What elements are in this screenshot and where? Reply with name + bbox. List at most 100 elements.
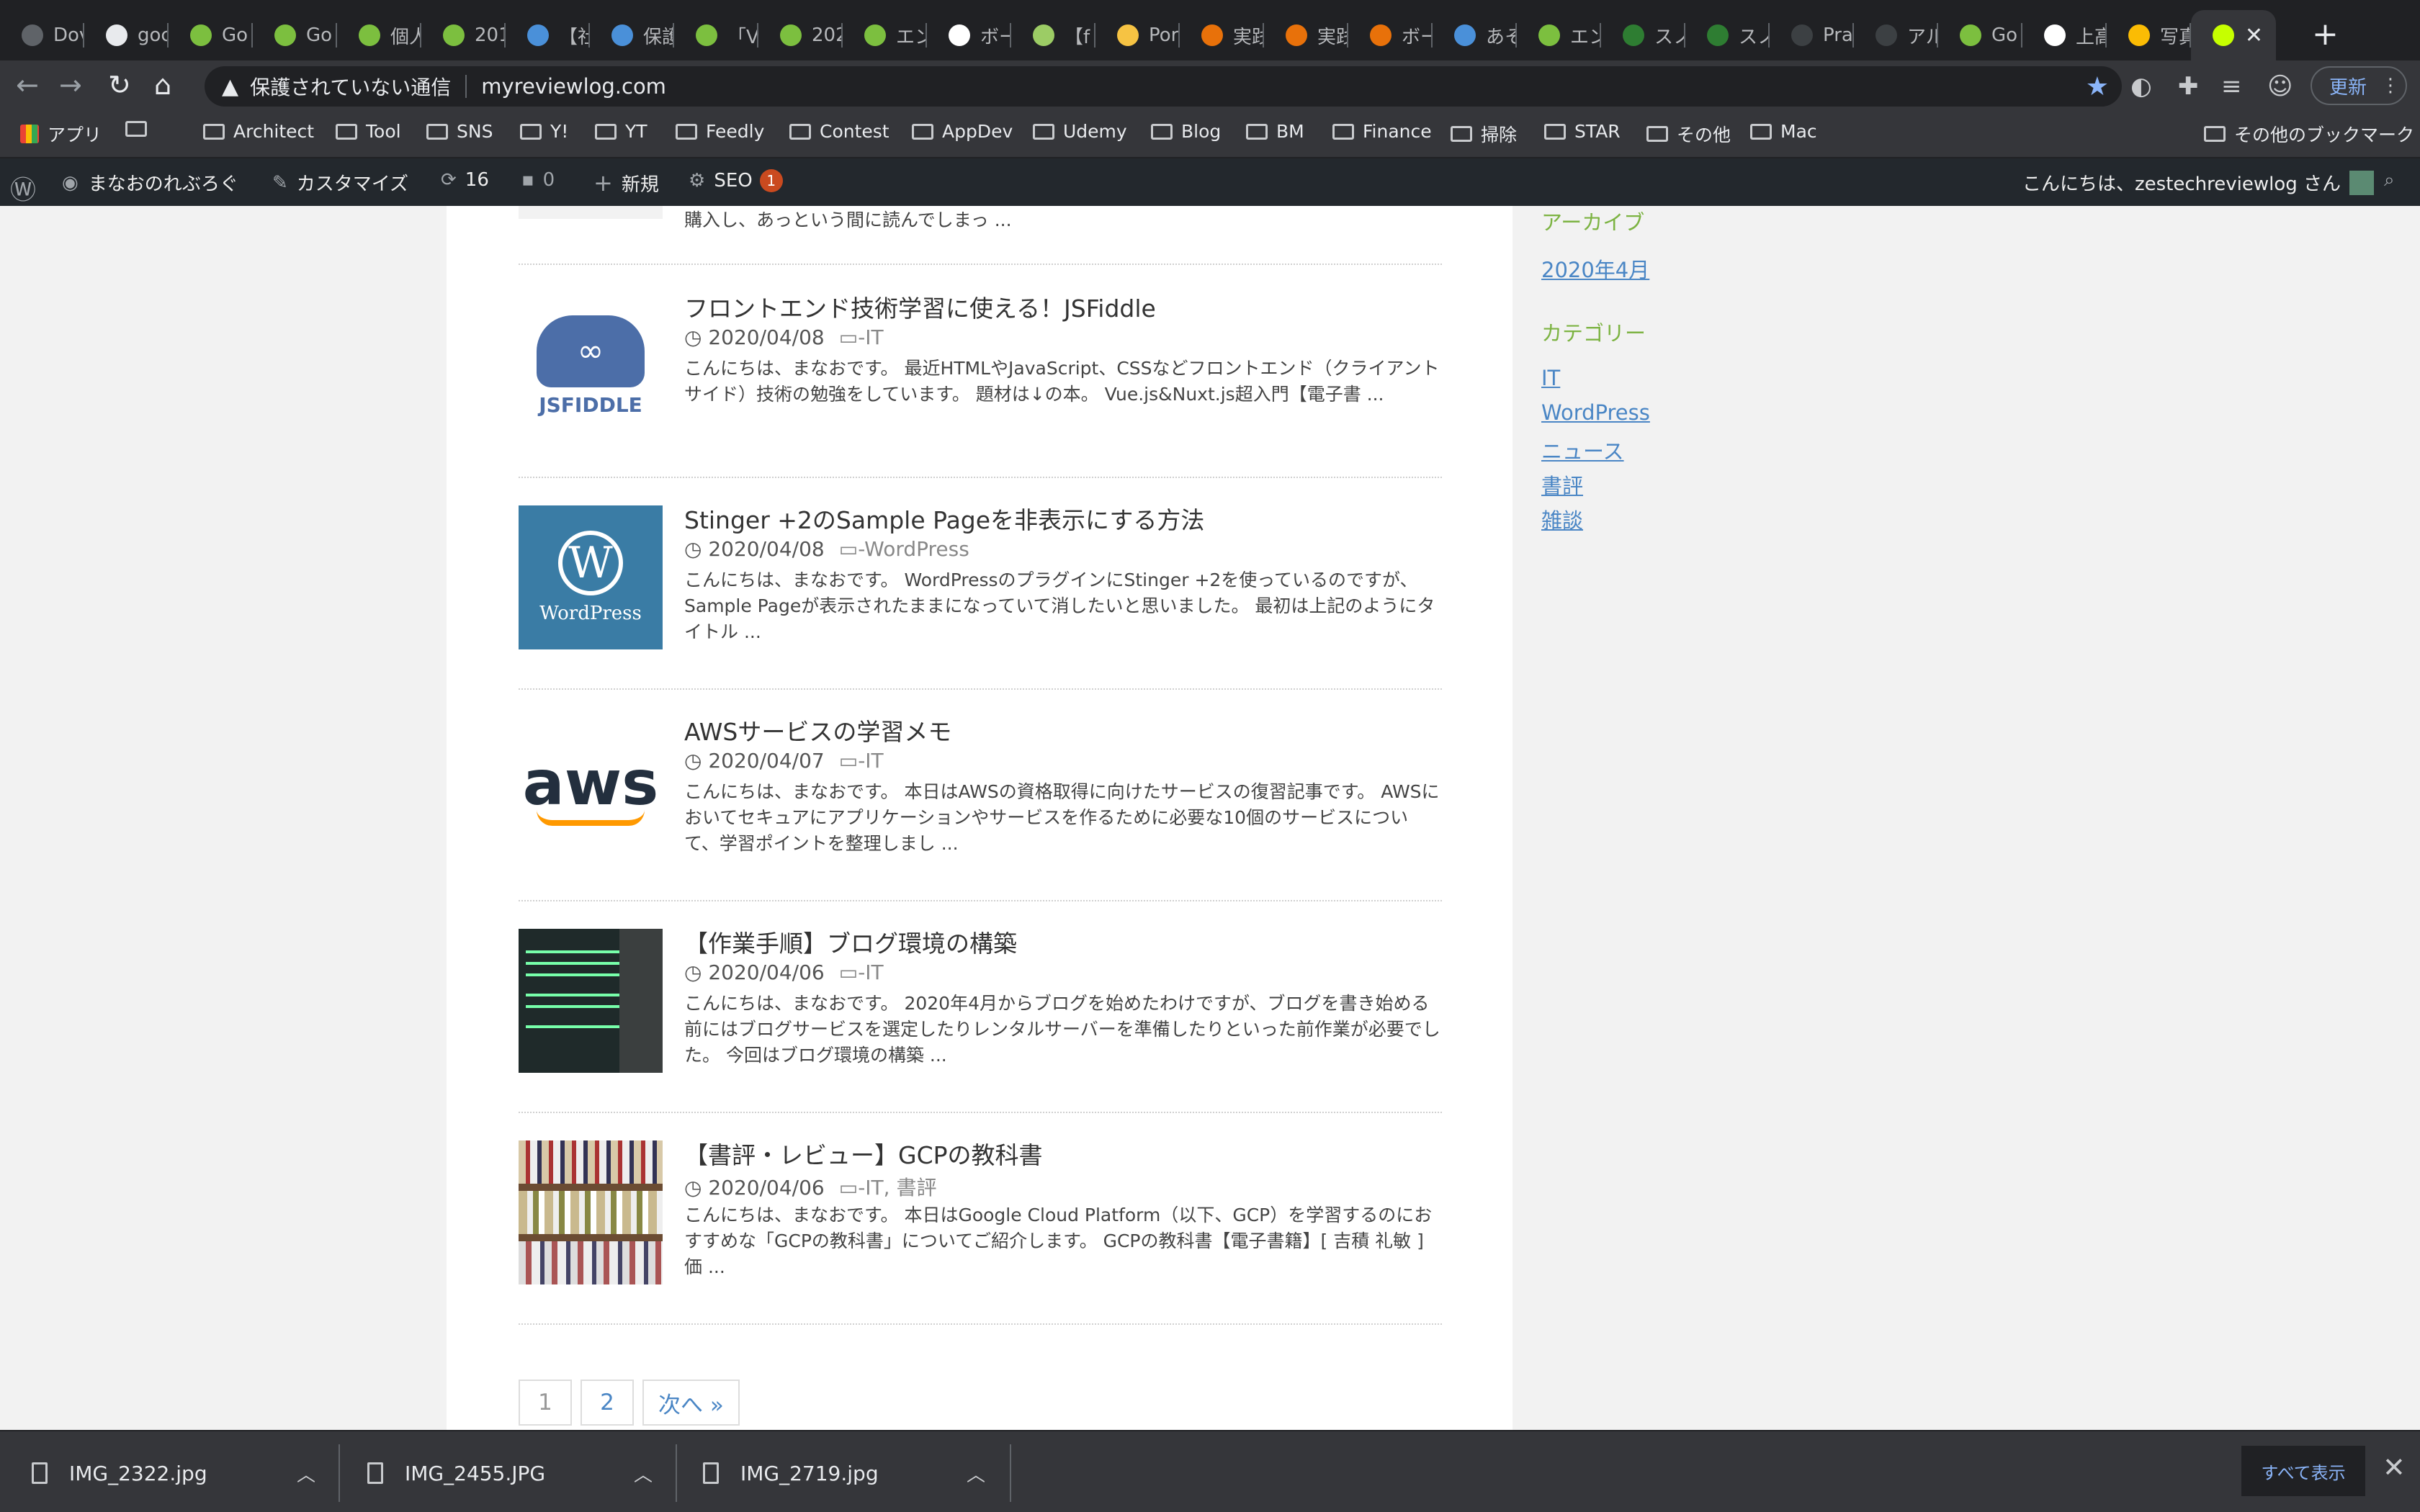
category-link-review[interactable]: 書評 xyxy=(1541,469,1583,500)
wordpress-thumbnail[interactable]: W WordPress xyxy=(519,505,663,649)
terminal-thumbnail[interactable] xyxy=(519,929,663,1073)
browser-tab[interactable]: あそ xyxy=(1433,10,1517,60)
browser-tab[interactable]: Dov xyxy=(0,10,84,60)
browser-tab[interactable]: 201 xyxy=(421,10,506,60)
page-2-link[interactable]: 2 xyxy=(581,1380,634,1426)
new-tab-button[interactable]: + xyxy=(2312,16,2339,53)
chevron-up-icon[interactable]: ︿ xyxy=(634,1460,653,1487)
download-item[interactable]: IMG_2719.jpg ︿ xyxy=(703,1453,985,1493)
wordpress-logo-icon[interactable]: Ⓦ xyxy=(10,169,36,207)
post-title-link[interactable]: AWSサービスの学習メモ xyxy=(684,713,951,747)
category-link-wordpress[interactable]: WordPress xyxy=(1541,400,1650,425)
next-page-link[interactable]: 次へ » xyxy=(642,1380,740,1426)
browser-tab[interactable]: 実践 xyxy=(1180,10,1264,60)
extensions-puzzle-icon[interactable]: ✚ xyxy=(2178,72,2199,101)
browser-tab[interactable]: エン xyxy=(1517,10,1601,60)
seo-link[interactable]: ⚙ SEO 1 xyxy=(689,169,783,192)
browser-tab[interactable]: 【f xyxy=(1011,10,1095,60)
browser-tab[interactable]: 実践 xyxy=(1264,10,1348,60)
url-text[interactable]: myreviewlog.com xyxy=(481,74,666,99)
bookmark-item[interactable]: Feedly xyxy=(676,121,764,142)
browser-tab[interactable]: スノ xyxy=(1601,10,1685,60)
security-label[interactable]: 保護されていない通信 xyxy=(250,72,451,101)
browser-tab[interactable]: スノ xyxy=(1685,10,1770,60)
reload-icon[interactable]: ↻ xyxy=(108,69,131,101)
browser-tab[interactable]: 上高 xyxy=(2022,10,2107,60)
browser-tab[interactable]: 「V xyxy=(674,10,758,60)
download-item[interactable]: IMG_2455.JPG ︿ xyxy=(367,1453,653,1493)
bookmark-item[interactable]: Contest xyxy=(789,121,889,142)
browser-tab[interactable]: Go xyxy=(169,10,253,60)
bookmark-item[interactable]: Finance xyxy=(1332,121,1432,142)
post-title-link[interactable]: 【書評・レビュー】GCPの教科書 xyxy=(684,1136,1043,1171)
bookmark-item[interactable]: Y! xyxy=(520,121,568,142)
bookmark-item[interactable]: 掃除 xyxy=(1451,121,1517,147)
search-icon[interactable]: ⌕ xyxy=(2384,169,2395,192)
bookmark-item[interactable]: YT xyxy=(595,121,647,142)
browser-tab[interactable]: 【社 xyxy=(506,10,590,60)
back-icon[interactable]: ← xyxy=(16,69,39,101)
browser-tab[interactable]: Go xyxy=(253,10,337,60)
browser-tab[interactable]: goc xyxy=(84,10,169,60)
bookmark-item[interactable]: Blog xyxy=(1151,121,1221,142)
browser-tab[interactable]: エン xyxy=(843,10,927,60)
reading-list-icon[interactable]: ≡ xyxy=(2221,72,2242,101)
bookshelf-thumbnail[interactable] xyxy=(519,1140,663,1284)
archive-link[interactable]: 2020年4月 xyxy=(1541,253,1649,284)
post-category-link[interactable]: IT xyxy=(865,960,883,984)
bookmark-item[interactable]: STAR xyxy=(1544,121,1621,142)
post-title-link[interactable]: 【作業手順】ブログ環境の構築 xyxy=(684,924,1017,959)
aws-thumbnail[interactable]: aws xyxy=(519,717,663,861)
bookmark-item[interactable]: AppDev xyxy=(912,121,1013,142)
browser-tab[interactable]: Por xyxy=(1095,10,1180,60)
post-category-link[interactable]: IT, 書評 xyxy=(865,1176,936,1200)
browser-tab[interactable]: ✕ xyxy=(2191,10,2276,60)
bookmark-item[interactable]: BM xyxy=(1246,121,1304,142)
close-downloads-icon[interactable]: ✕ xyxy=(2383,1452,2406,1483)
browser-tab[interactable]: 202 xyxy=(758,10,843,60)
bookmark-item[interactable]: Architect xyxy=(203,121,314,142)
post-title-link[interactable]: フロントエンド技術学習に使える！JSFiddle xyxy=(684,289,1156,324)
new-link[interactable]: + 新規 xyxy=(593,169,659,197)
bookmark-item[interactable]: Tool xyxy=(336,121,401,142)
update-button[interactable]: 更新 ⋮ xyxy=(2311,66,2407,105)
profile-avatar-icon[interactable]: ☺ xyxy=(2267,72,2293,101)
post-category-link[interactable]: IT xyxy=(865,325,883,349)
bookmark-item[interactable] xyxy=(125,121,156,137)
bookmark-item[interactable]: SNS xyxy=(426,121,493,142)
bookmark-item[interactable]: その他 xyxy=(1646,121,1731,147)
post-category-link[interactable]: WordPress xyxy=(864,537,969,561)
post-title-link[interactable]: Stinger +2のSample Pageを非表示にする方法 xyxy=(684,501,1204,536)
browser-tab[interactable]: 個人 xyxy=(337,10,421,60)
bookmark-item[interactable]: アプリ xyxy=(20,121,102,147)
comments-link[interactable]: ▪ 0 xyxy=(521,169,555,191)
chevron-up-icon[interactable]: ︿ xyxy=(967,1460,985,1487)
customize-link[interactable]: ✎ カスタマイズ xyxy=(272,169,408,196)
bookmark-star-icon[interactable]: ★ xyxy=(2086,72,2109,102)
post-category-link[interactable]: IT xyxy=(865,749,883,773)
close-tab-icon[interactable]: ✕ xyxy=(2245,23,2263,48)
menu-dots-icon[interactable]: ⋮ xyxy=(2381,75,2400,96)
address-bar[interactable]: ▲ 保護されていない通信 myreviewlog.com ★ xyxy=(205,66,2122,107)
bookmark-item[interactable]: Mac xyxy=(1750,121,1817,142)
browser-tab[interactable]: 保護 xyxy=(590,10,674,60)
site-name-link[interactable]: ◉ まなおのれぶろぐ xyxy=(62,169,238,196)
bookmark-item[interactable]: その他のブックマーク xyxy=(2204,121,2414,147)
category-link-it[interactable]: IT xyxy=(1541,366,1560,390)
download-item[interactable]: IMG_2322.jpg ︿ xyxy=(32,1453,315,1493)
account-menu[interactable]: こんにちは、zestechreviewlog さん xyxy=(2022,169,2375,196)
home-icon[interactable]: ⌂ xyxy=(154,69,171,101)
browser-tab[interactable]: ボー xyxy=(927,10,1011,60)
browser-tab[interactable]: Go xyxy=(1938,10,2022,60)
show-all-button[interactable]: すべて表示 xyxy=(2241,1446,2365,1496)
category-link-misc[interactable]: 雑談 xyxy=(1541,504,1583,534)
forward-icon[interactable]: → xyxy=(59,69,82,101)
category-link-news[interactable]: ニュース xyxy=(1541,435,1624,465)
chevron-up-icon[interactable]: ︿ xyxy=(297,1460,315,1487)
browser-tab[interactable]: 写真 xyxy=(2107,10,2191,60)
browser-tab[interactable]: アル xyxy=(1854,10,1938,60)
browser-tab[interactable]: Pra xyxy=(1770,10,1854,60)
browser-tab[interactable]: ボー xyxy=(1348,10,1433,60)
updates-link[interactable]: ⟳ 16 xyxy=(441,169,489,191)
extension-icon[interactable]: ◐ xyxy=(2130,72,2152,101)
